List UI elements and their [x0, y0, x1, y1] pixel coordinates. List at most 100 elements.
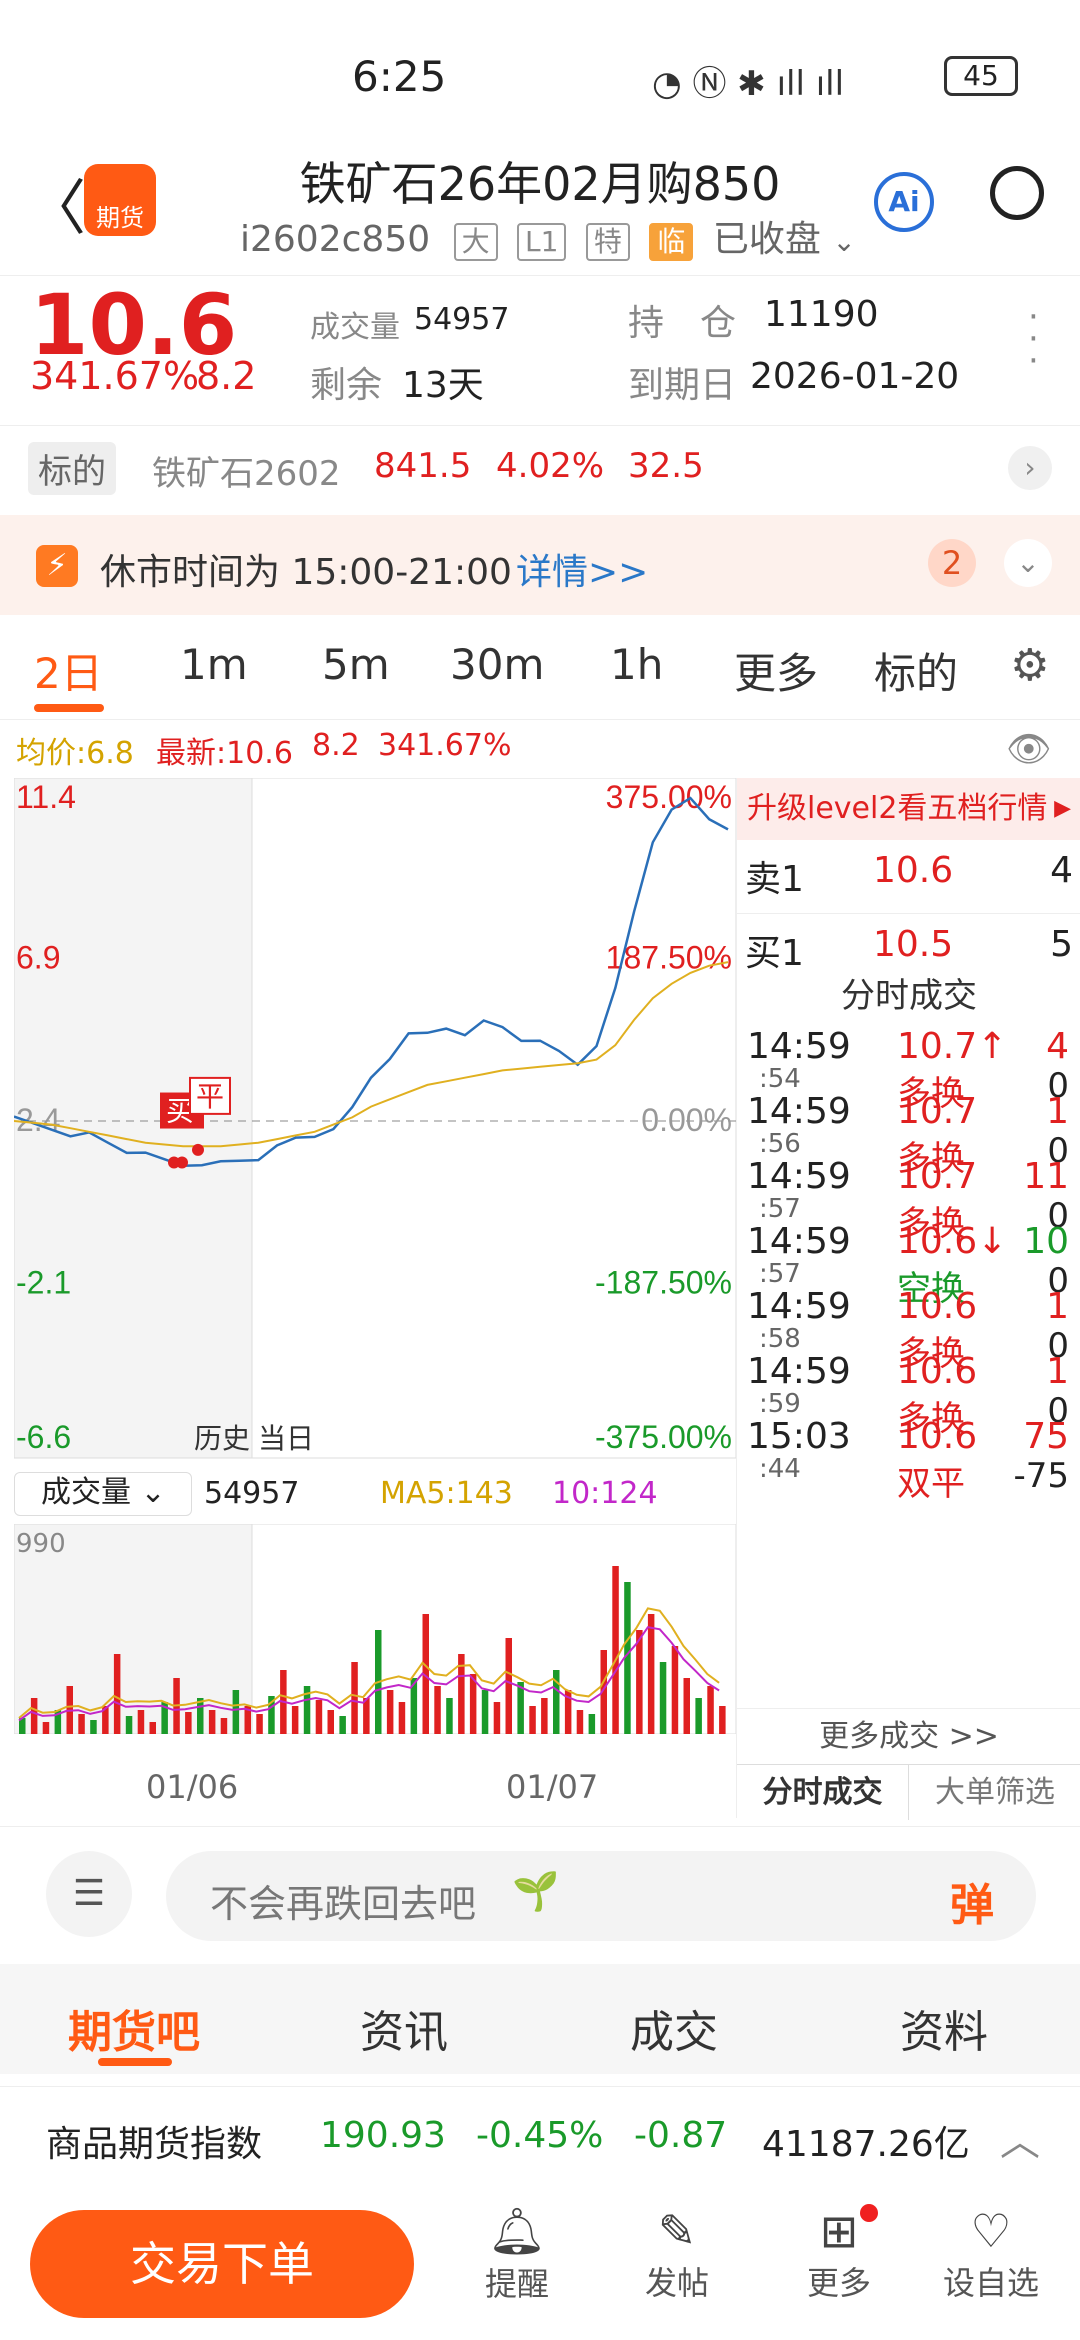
- tick-qty: 4: [1046, 1026, 1069, 1067]
- volume-bar: [636, 1630, 643, 1734]
- tab-2day[interactable]: 2日: [34, 640, 103, 701]
- history-label: 历史: [194, 1422, 250, 1455]
- tab-futures-bar-indicator: [98, 2058, 172, 2066]
- trade-order-button[interactable]: 交易下单: [30, 2210, 414, 2318]
- volume-bar: [683, 1678, 690, 1734]
- avg-price: 均价:6.8: [16, 736, 134, 771]
- status-bar: 6:25 ◔ Ⓝ ✱ ıll ıll 45: [0, 0, 1080, 150]
- y-tick-right: 375.00%: [606, 779, 732, 815]
- volume-ma5: MA5:143: [380, 1476, 513, 1511]
- underlying-chg: 32.5: [628, 446, 704, 486]
- quote-panel: 10.6 341.67% 8.2 成交量 54957 剩余 13天 持 仓 11…: [0, 275, 1080, 415]
- buy-point: [176, 1156, 188, 1169]
- eye-icon[interactable]: 👁: [1006, 728, 1052, 770]
- signal-icons: ◔ Ⓝ ✱ ıll ıll: [652, 64, 845, 104]
- nav-watchlist[interactable]: ♡ 设自选: [936, 2204, 1046, 2304]
- tick-price: 10.6: [897, 1351, 978, 1392]
- settings-icon[interactable]: ⚙: [1010, 640, 1049, 691]
- notice-detail-link[interactable]: 详情>>: [516, 543, 648, 595]
- tick-price: 10.6↓: [897, 1221, 1008, 1262]
- nav-alert[interactable]: 🔔︎ 提醒: [462, 2204, 572, 2305]
- volume-bar: [386, 1690, 394, 1734]
- volume-bar: [125, 1716, 133, 1734]
- tab-1m[interactable]: 1m: [180, 640, 248, 689]
- side-tab-bigorder[interactable]: 大单筛选: [909, 1764, 1080, 1820]
- volume-bar: [647, 1614, 655, 1734]
- volume-select[interactable]: 成交量 ⌄: [14, 1472, 192, 1516]
- side-tab-ticks[interactable]: 分时成交: [737, 1764, 909, 1820]
- tick-seconds: :58: [759, 1324, 801, 1354]
- hold-value: 11190: [764, 294, 879, 335]
- tab-news[interactable]: 资讯: [360, 1996, 448, 2060]
- tab-futures-bar[interactable]: 期货吧: [68, 1996, 200, 2060]
- more-trades-link[interactable]: 更多成交 >>: [737, 1708, 1080, 1764]
- nav-alert-label: 提醒: [484, 2265, 549, 2303]
- index-bar[interactable]: 商品期货指数 190.93 -0.45% -0.87 41187.26亿 ︿: [0, 2086, 1080, 2186]
- status-time: 6:25: [352, 52, 447, 101]
- latest-pct: 341.67%: [378, 728, 512, 763]
- more-dots-icon[interactable]: · · ·: [1028, 300, 1039, 378]
- app-root: { "status_bar":{"time":"6:25","battery":…: [0, 0, 1080, 2340]
- tag-hot: 临: [649, 223, 694, 261]
- level2-promo[interactable]: 升级level2看五档行情 ▶: [737, 778, 1080, 840]
- volume-ma10: 10:124: [552, 1476, 658, 1511]
- tab-5m[interactable]: 5m: [322, 640, 390, 689]
- nav-more[interactable]: ⊞ 更多: [784, 2204, 894, 2304]
- volume-total: 54957: [204, 1476, 300, 1511]
- danmu-button[interactable]: 弹: [950, 1869, 994, 1933]
- underlying-row[interactable]: 标的 铁矿石2602 841.5 4.02% 32.5 ›: [0, 425, 1080, 505]
- volume-bar: [446, 1698, 453, 1734]
- price-chart[interactable]: 11.4 375.00%6.9 187.50%2.4 0.00%-2.1 -187.50…: [14, 778, 736, 1468]
- volume-header: 成交量 ⌄ 54957 MA5:143 10:124: [14, 1470, 736, 1520]
- comment-input[interactable]: 不会再跌回去吧 🌱 弹: [166, 1851, 1036, 1941]
- latest-change: 8.2: [312, 728, 360, 763]
- y-tick-right: 0.00%: [641, 1102, 732, 1138]
- tick-time: 14:59: [747, 1091, 851, 1132]
- tick-seconds: :44: [759, 1454, 801, 1484]
- notice-bar: ⚡ 休市时间为 15:00-21:00 详情>> 2 ⌄: [0, 515, 1080, 615]
- tag-special: 特: [585, 223, 630, 261]
- chevron-right-icon: ›: [1008, 446, 1052, 490]
- tick-price: 10.7: [897, 1156, 978, 1197]
- x-label-0107: 01/07: [506, 1768, 599, 1806]
- volume-bar: [220, 1718, 228, 1734]
- tick-row: 14:59:57 10.6↓ 10 空换 0: [737, 1221, 1077, 1309]
- tab-trades[interactable]: 成交: [630, 1996, 718, 2060]
- tab-underlying[interactable]: 标的: [874, 640, 958, 701]
- search-icon[interactable]: [990, 166, 1044, 220]
- volume-bar: [351, 1662, 358, 1734]
- volume-bar: [707, 1686, 714, 1734]
- nav-post[interactable]: ✎ 发帖: [622, 2204, 732, 2304]
- chevron-down-icon[interactable]: ⌄: [1004, 539, 1052, 587]
- close-marker: 平: [196, 1080, 224, 1113]
- tick-oi-change: -75: [1013, 1456, 1069, 1496]
- comment-bar: ☰ 不会再跌回去吧 🌱 弹: [0, 1826, 1080, 1956]
- volume-bar: [695, 1698, 702, 1734]
- tick-qty: 1: [1046, 1286, 1069, 1327]
- contract-info[interactable]: i2602c850 大 L1 特 临 已收盘 ⌄: [240, 210, 856, 262]
- volume-bar: [541, 1698, 548, 1734]
- ai-icon[interactable]: Ai: [874, 172, 934, 232]
- tab-30m[interactable]: 30m: [450, 640, 544, 689]
- tick-seconds: :57: [759, 1259, 801, 1289]
- volume-bar: [208, 1710, 216, 1734]
- today-label: 当日: [258, 1422, 314, 1455]
- tab-more[interactable]: 更多: [734, 640, 818, 701]
- tick-qty: 10: [1023, 1221, 1069, 1262]
- tick-row: 14:59:56 10.7 1 多换 0: [737, 1091, 1077, 1179]
- orderbook: 升级level2看五档行情 ▶ 卖1 10.6 4 买1 10.5 5 分时成交 …: [736, 778, 1080, 1820]
- ask-qty: 4: [1050, 850, 1073, 891]
- chevron-up-icon[interactable]: ︿: [1000, 2109, 1040, 2167]
- lightning-icon: ⚡: [36, 545, 78, 587]
- tick-qty: 1: [1046, 1091, 1069, 1132]
- volume-bar: [185, 1712, 192, 1734]
- volume-bar: [493, 1702, 501, 1734]
- tick-price: 10.6: [897, 1286, 978, 1327]
- list-filter-icon[interactable]: ☰: [46, 1851, 132, 1937]
- tab-1h[interactable]: 1h: [610, 640, 663, 689]
- ask-row: 卖1 10.6 4: [737, 850, 1080, 914]
- volume-bar: [137, 1710, 145, 1734]
- notice-badge[interactable]: 2: [928, 539, 976, 587]
- y-tick-right: -375.00%: [595, 1419, 732, 1455]
- tab-info[interactable]: 资料: [900, 1996, 988, 2060]
